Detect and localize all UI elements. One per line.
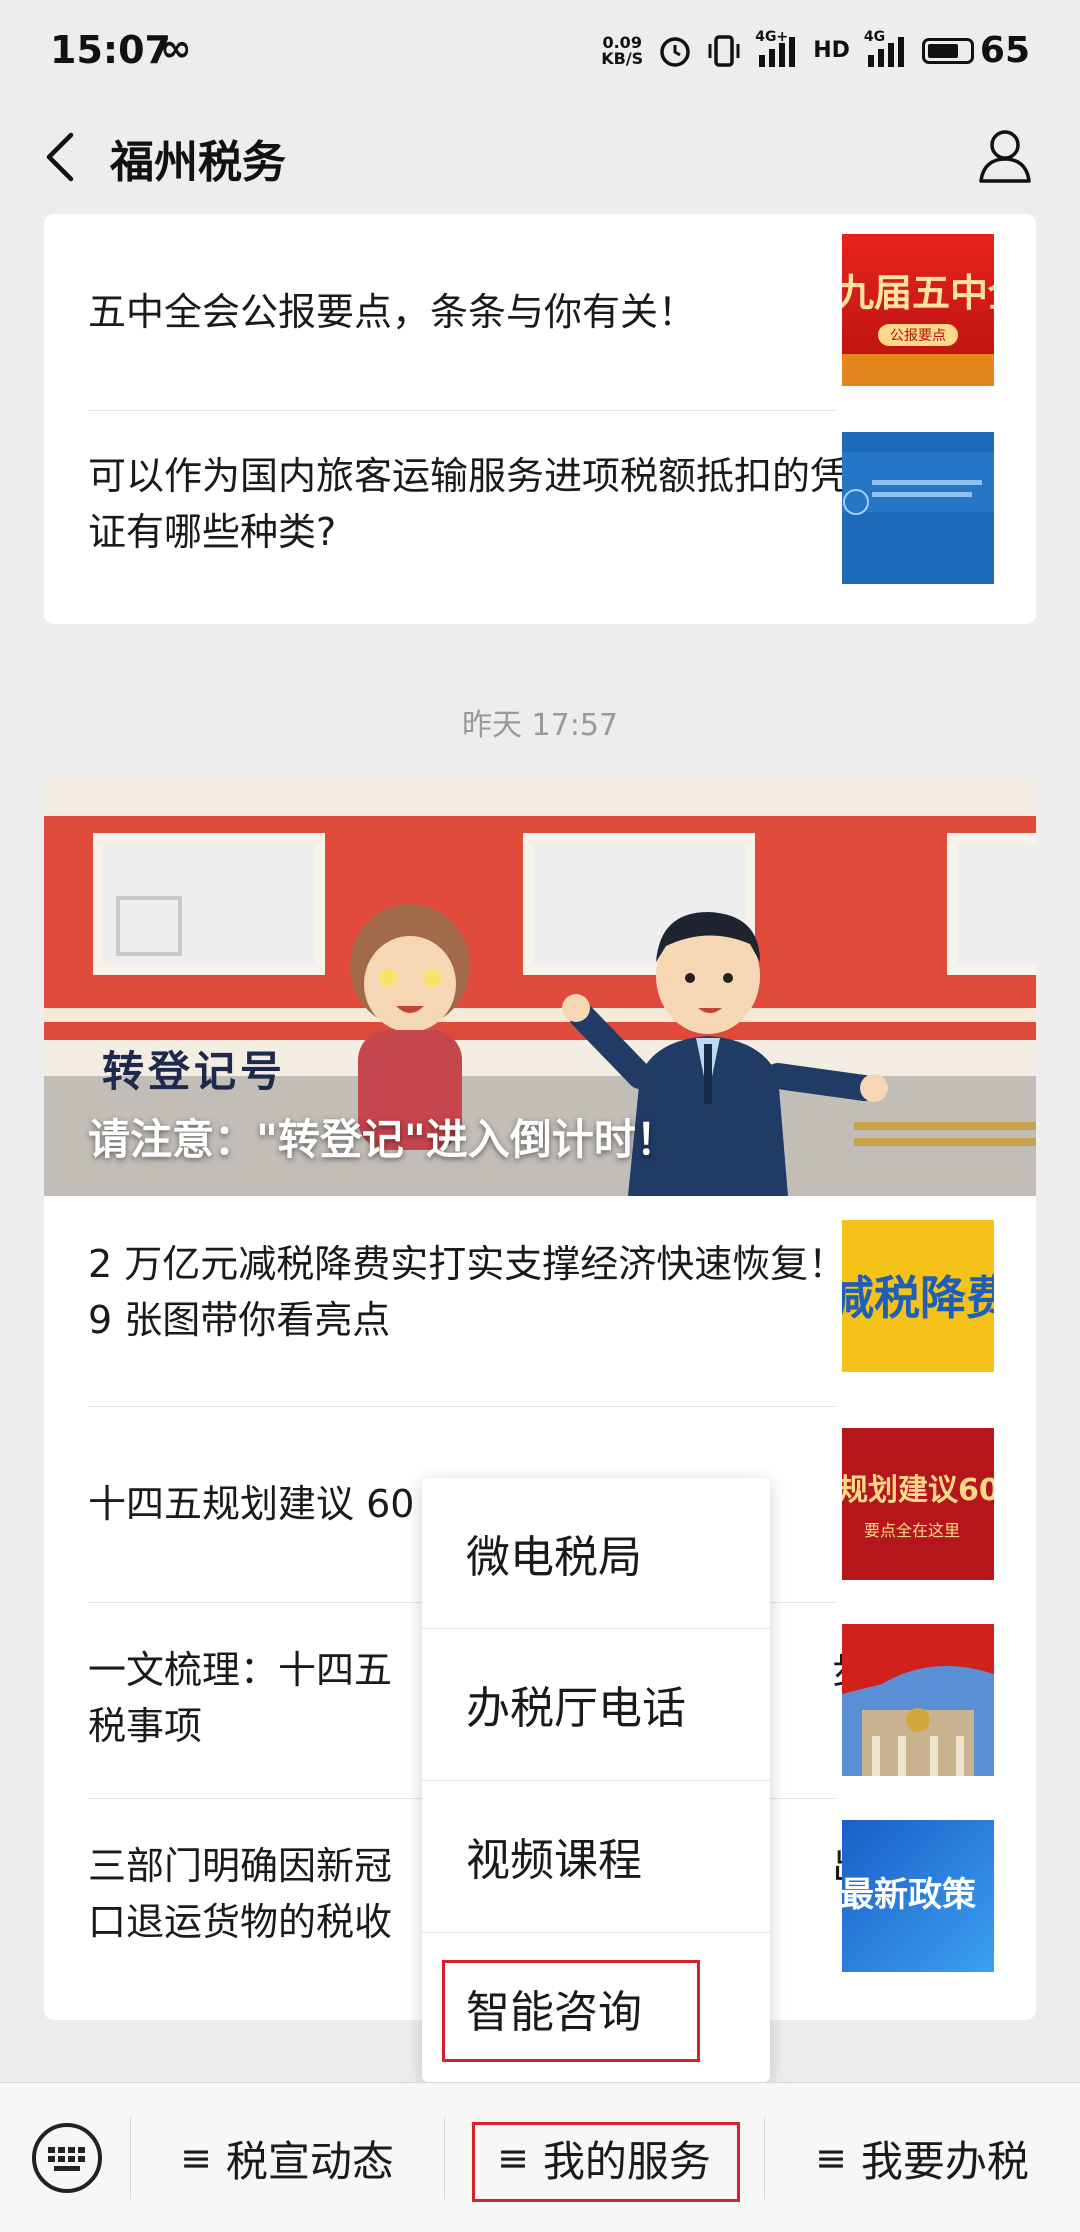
article-thumbnail: 减税降费 [842,1220,994,1372]
message-timestamp: 昨天 17:57 [462,708,618,743]
service-popup-menu: 微电税局 办税厅电话 视频课程 智能咨询 [422,1478,770,2082]
profile-button[interactable] [970,118,1040,194]
signal-1: 4G+ [755,29,799,69]
article-title-line2: 税事项 [88,1704,203,1748]
article-thumbnail [842,432,994,584]
menu-item-video-courses[interactable]: 视频课程 [422,1781,770,1931]
article-title: 五中全会公报要点，条条与你有关！ [88,290,697,334]
article-card-top: 五中全会公报要点，条条与你有关！ 九届五中全 公报要点 可以作 [44,214,1036,624]
article-title-text: 三部门明确因新冠 [88,1844,393,1888]
hero-label: 转登记号 [102,1047,287,1096]
menu-label: 税宣动态 [225,2136,394,2186]
article-thumbnail: 最新政策 [842,1820,994,1972]
battery: 65 [921,30,1030,71]
net-speed: 0.09 KB/S [601,34,644,68]
list-item[interactable]: 2 万亿元减税降费实打实支撑经济快速恢复！9 张图带你看亮点 减税降费 [44,1196,1036,1406]
thumb-text: 减税降费 [842,1271,994,1325]
article-thumbnail: 规划建议60 要点全在这里 [842,1428,994,1580]
thumb-text: 最新政策 [842,1875,976,1915]
article-title-text: 一文梳理：十四五 [88,1648,393,1692]
back-button[interactable] [30,122,90,192]
menu-item-hall-phone[interactable]: 办税厅电话 [422,1629,770,1779]
signal-icon [867,36,904,67]
infinity-icon: ∞ [160,26,192,70]
battery-level: 65 [979,30,1030,71]
list-item[interactable]: 可以作为国内旅客运输服务进项税额抵扣的凭证有哪些种类? [44,410,1036,624]
chevron-left-icon [46,132,74,182]
thumb-text: 规划建议60 [842,1473,994,1508]
vibrate-icon [708,34,740,67]
thumb-subtext: 要点全在这里 [864,1521,960,1540]
list-item[interactable]: 五中全会公报要点，条条与你有关！ 九届五中全 公报要点 [44,214,1036,410]
signal-2: 4G [864,29,908,69]
net-speed-unit: KB/S [601,48,644,68]
signal-icon [759,36,796,67]
page-title: 福州税务 [110,137,286,188]
hd-icon: HD [813,38,850,63]
article-title: 2 万亿元减税降费实打实支撑经济快速恢复！9 张图带你看亮点 [88,1242,847,1342]
article-title: 可以作为国内旅客运输服务进项税额抵扣的凭证有哪些种类? [88,454,849,554]
menu-lines-icon: ≡ [180,2136,212,2180]
thumb-text: 九届五中全 [842,271,994,315]
status-time: 15:07 [50,28,171,72]
menu-tax-news[interactable]: ≡ 税宣动态 [130,2083,444,2232]
battery-icon [921,37,974,64]
user-icon [979,130,1031,183]
article-thumbnail [842,1624,994,1776]
highlight-box [472,2122,740,2202]
keyboard-button[interactable] [30,2121,104,2195]
menu-handle-tax[interactable]: ≡ 我要办税 [764,2083,1080,2232]
article-title-line2: 口退运货物的税收 [88,1900,393,1944]
alarm-icon [660,36,690,67]
hero-article[interactable]: 转登记号 请注意："转登记"进入倒计时！ [44,776,1036,1196]
status-icons: 0.09 KB/S 4G+ HD 4G 65 [601,29,1030,72]
menu-label: 我要办税 [860,2136,1029,2186]
menu-item-micro-tax-bureau[interactable]: 微电税局 [422,1478,770,1628]
status-bar: 15:07 ∞ 0.09 KB/S 4G+ HD 4G 65 [0,0,1080,108]
menu-lines-icon: ≡ [815,2136,847,2180]
keyboard-icon [32,2123,102,2193]
nav-bar: 福州税务 [0,108,1080,208]
article-thumbnail: 九届五中全 公报要点 [842,234,994,386]
page: 15:07 ∞ 0.09 KB/S 4G+ HD 4G 65 福州税务 五中全会… [0,0,1080,2232]
hero-caption: 请注意："转登记"进入倒计时！ [88,1115,678,1164]
thumb-subtext: 公报要点 [890,328,946,344]
highlight-box [442,1960,700,2062]
